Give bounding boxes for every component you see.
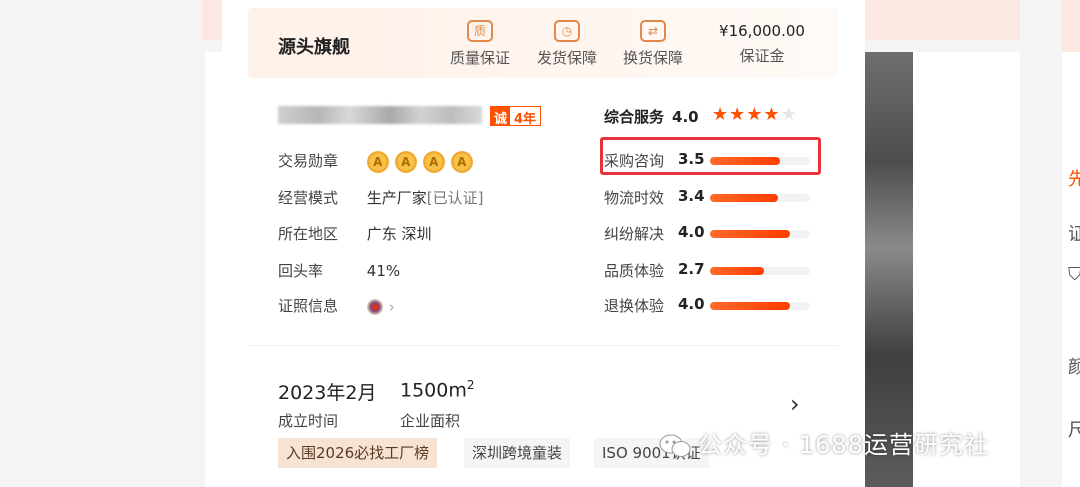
row-label: 交易勋章 [278,152,339,170]
area-unit-sup: 2 [466,378,475,392]
business-mode-value: 生产厂家 [366,189,427,207]
service-score: 4.0 [672,108,699,126]
metric-bar-track [710,230,810,238]
metric-bar-fill [710,230,790,238]
trade-medals-row: 交易勋章 AAAA [278,150,479,173]
metric-bar-track [710,194,810,202]
supplier-card: 源头旗舰 质 质量保证 ◷ 发货保障 ⇄ 换货保障 ¥16,000.00 保证金… [222,0,865,487]
guarantee-exchange[interactable]: ⇄ 换货保障 [613,20,693,68]
metric-label: 退换体验 [604,297,665,315]
right-edge-text: 颜 [1068,357,1080,378]
license-row[interactable]: 证照信息 › [278,295,395,316]
wechat-icon [659,434,691,457]
clock-icon: ◷ [554,20,580,42]
verified-status: [已认证] [426,189,484,207]
shield-icon: ⛉ [1068,264,1080,285]
star-icon: ★ [729,104,747,125]
metric-bar-track [710,302,810,310]
store-title[interactable]: 源头旗舰 [278,33,350,59]
metric-score: 4.0 [678,295,705,313]
service-title: 综合服务 [604,108,665,126]
exchange-icon: ⇄ [640,20,666,42]
product-panel [913,52,1020,487]
metric-bar-track [710,157,810,165]
repurchase-row: 回头率 41% [278,260,400,281]
watermark-text: 公众号 · 1688运营研究社 [698,431,989,459]
star-icon: ★ [746,104,764,125]
background-left-banner [202,0,222,40]
metric-score: 2.7 [678,260,705,278]
right-edge-text: 先 [1068,169,1080,190]
license-icon[interactable] [366,298,383,315]
guarantee-label: 换货保障 [622,49,683,67]
star-icon: ★ [763,104,781,125]
metric-label: 纠纷解决 [604,225,665,243]
tag-factory-rank[interactable]: 入围2026必找工厂榜 [278,438,438,468]
metric-label: 物流时效 [604,189,665,207]
guarantee-label: 质量保证 [449,49,510,67]
area-value: 1500m2 [400,378,475,401]
medal-icon: A [450,150,473,173]
guarantee-quality[interactable]: 质 质量保证 [440,20,520,68]
metric-score: 3.5 [678,150,705,168]
company-name-blurred[interactable] [278,106,482,124]
chengxin-years: 4年 [514,112,537,127]
guarantee-shipping[interactable]: ◷ 发货保障 [527,20,607,68]
row-label: 经营模式 [278,189,339,207]
metric-label: 采购咨询 [604,152,665,170]
deposit-label: 保证金 [739,47,785,65]
service-metric-row: 采购咨询 3.5 [604,150,824,170]
medal-icon: A [366,150,389,173]
metric-bar-fill [710,194,778,202]
right-edge-banner [1062,0,1080,52]
metric-bar-fill [710,302,790,310]
row-label: 所在地区 [278,225,339,243]
deposit[interactable]: ¥16,000.00 保证金 [714,22,810,66]
star-icon: ★ [780,104,798,125]
background-left-panel [205,52,222,487]
background-right-banner [865,0,1020,40]
established-value: 2023年2月 [278,382,377,404]
metric-score: 4.0 [678,223,705,241]
medal-icon: A [422,150,445,173]
right-edge-text: 尺 [1068,420,1080,441]
region-row: 所在地区 广东 深圳 [278,223,432,244]
service-metric-row: 品质体验 2.7 [604,260,824,280]
service-metric-row: 物流时效 3.4 [604,187,824,207]
repurchase-value: 41% [366,262,401,280]
service-metric-row: 纠纷解决 4.0 [604,223,824,243]
metric-bar-fill [710,267,764,275]
area-label: 企业面积 [400,412,461,430]
divider [248,345,838,346]
area-number: 1500m [400,379,467,402]
watermark: 公众号 · 1688运营研究社 [658,425,989,460]
deposit-amount: ¥16,000.00 [719,22,805,40]
quality-icon: 质 [467,20,493,42]
service-metric-row: 退换体验 4.0 [604,295,824,315]
metric-bar-fill [710,157,780,165]
region-value: 广东 深圳 [366,225,432,243]
star-rating: ★★★★★ [712,104,798,125]
established-label: 成立时间 [278,412,339,430]
chengxin-badge: 诚 4年 [490,106,542,127]
medal-icon: A [394,150,417,173]
row-label: 证照信息 [278,297,339,315]
background-left [0,0,222,487]
business-mode-row: 经营模式 生产厂家[已认证] [278,187,484,208]
chengxin-icon: 诚 [491,107,511,127]
chevron-right-icon[interactable]: › [389,298,395,316]
metric-label: 品质体验 [604,262,665,280]
right-edge-text: 证 [1068,224,1080,245]
guarantee-label: 发货保障 [536,49,597,67]
tag-shenzhen-kids[interactable]: 深圳跨境童装 [464,438,571,468]
row-label: 回头率 [278,262,324,280]
metric-score: 3.4 [678,187,705,205]
chevron-right-icon[interactable]: › [790,390,800,418]
product-photo[interactable] [865,52,913,487]
service-score-header: 综合服务 4.0 [604,106,699,127]
metric-bar-track [710,267,810,275]
store-banner: 源头旗舰 质 质量保证 ◷ 发货保障 ⇄ 换货保障 ¥16,000.00 保证金 [248,8,838,78]
star-icon: ★ [712,104,730,125]
